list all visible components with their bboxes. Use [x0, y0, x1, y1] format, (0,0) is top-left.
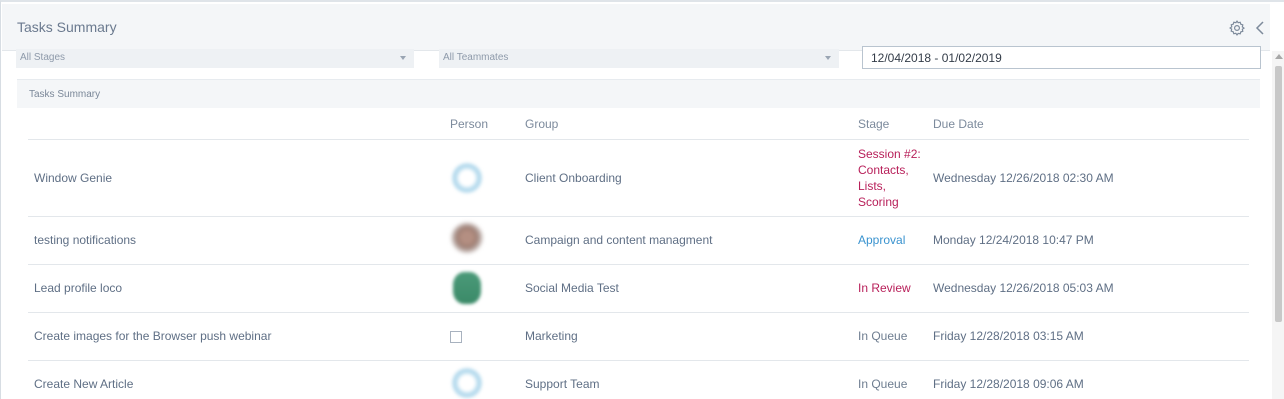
person-checkbox[interactable]	[450, 331, 462, 343]
due-date: Wednesday 12/26/2018 05:03 AM	[933, 281, 1114, 295]
group-name: Campaign and content managment	[525, 233, 713, 247]
table-row[interactable]: Window Genie Client Onboarding Session #…	[28, 140, 1249, 217]
due-date: Friday 12/28/2018 03:15 AM	[933, 329, 1084, 343]
stages-filter-select[interactable]: All Stages	[16, 49, 414, 68]
stage-label: Approval	[858, 233, 906, 247]
caret-down-icon	[825, 56, 831, 60]
teammates-filter-value: All Teammates	[443, 52, 509, 63]
table-row[interactable]: Create New Article Support Team In Queue…	[28, 361, 1249, 399]
group-name: Client Onboarding	[525, 171, 622, 185]
person-avatar[interactable]	[451, 162, 483, 194]
panel-header: Tasks Summary	[17, 79, 1260, 108]
person-avatar[interactable]	[453, 272, 481, 304]
group-name: Social Media Test	[525, 281, 619, 295]
task-name[interactable]: Window Genie	[34, 171, 112, 185]
due-date: Wednesday 12/26/2018 02:30 AM	[933, 171, 1114, 185]
task-name[interactable]: Lead profile loco	[34, 281, 122, 295]
task-name[interactable]: testing notifications	[34, 233, 136, 247]
column-header-person[interactable]: Person	[450, 117, 488, 131]
stage-label: In Review	[858, 281, 911, 295]
table-row[interactable]: Create images for the Browser push webin…	[28, 313, 1249, 361]
panel-title: Tasks Summary	[29, 89, 101, 100]
widget-header: Tasks Summary	[2, 4, 1270, 51]
gear-icon[interactable]	[1228, 19, 1246, 37]
table-row[interactable]: testing notifications Campaign and conte…	[28, 217, 1249, 265]
task-name[interactable]: Create images for the Browser push webin…	[34, 329, 271, 343]
stage-label: In Queue	[858, 329, 908, 343]
task-name[interactable]: Create New Article	[34, 377, 133, 391]
date-range-input[interactable]: 12/04/2018 - 01/02/2019	[862, 46, 1261, 69]
stage-label: In Queue	[858, 377, 908, 391]
caret-down-icon	[400, 56, 406, 60]
group-name: Support Team	[525, 377, 600, 391]
column-header-due-date[interactable]: Due Date	[933, 117, 984, 131]
person-avatar[interactable]	[451, 223, 483, 255]
scroll-up-arrow-icon[interactable]	[1275, 54, 1283, 59]
column-header-stage[interactable]: Stage	[858, 117, 889, 131]
column-header-group[interactable]: Group	[525, 117, 558, 131]
teammates-filter-select[interactable]: All Teammates	[439, 49, 839, 68]
group-name: Marketing	[525, 329, 578, 343]
chevron-left-icon[interactable]	[1254, 20, 1266, 36]
table-row[interactable]: Lead profile loco Social Media Test In R…	[28, 265, 1249, 313]
widget-title: Tasks Summary	[17, 19, 117, 35]
due-date: Friday 12/28/2018 09:06 AM	[933, 377, 1084, 391]
scrollbar-thumb[interactable]	[1275, 66, 1282, 322]
person-avatar[interactable]	[451, 367, 483, 399]
due-date: Monday 12/24/2018 10:47 PM	[933, 233, 1094, 247]
stages-filter-value: All Stages	[20, 52, 66, 63]
stage-label: Session #2: Contacts, Lists, Scoring	[858, 147, 921, 209]
tasks-summary-widget: Tasks Summary All Stages All Teammates 1…	[0, 0, 1284, 399]
